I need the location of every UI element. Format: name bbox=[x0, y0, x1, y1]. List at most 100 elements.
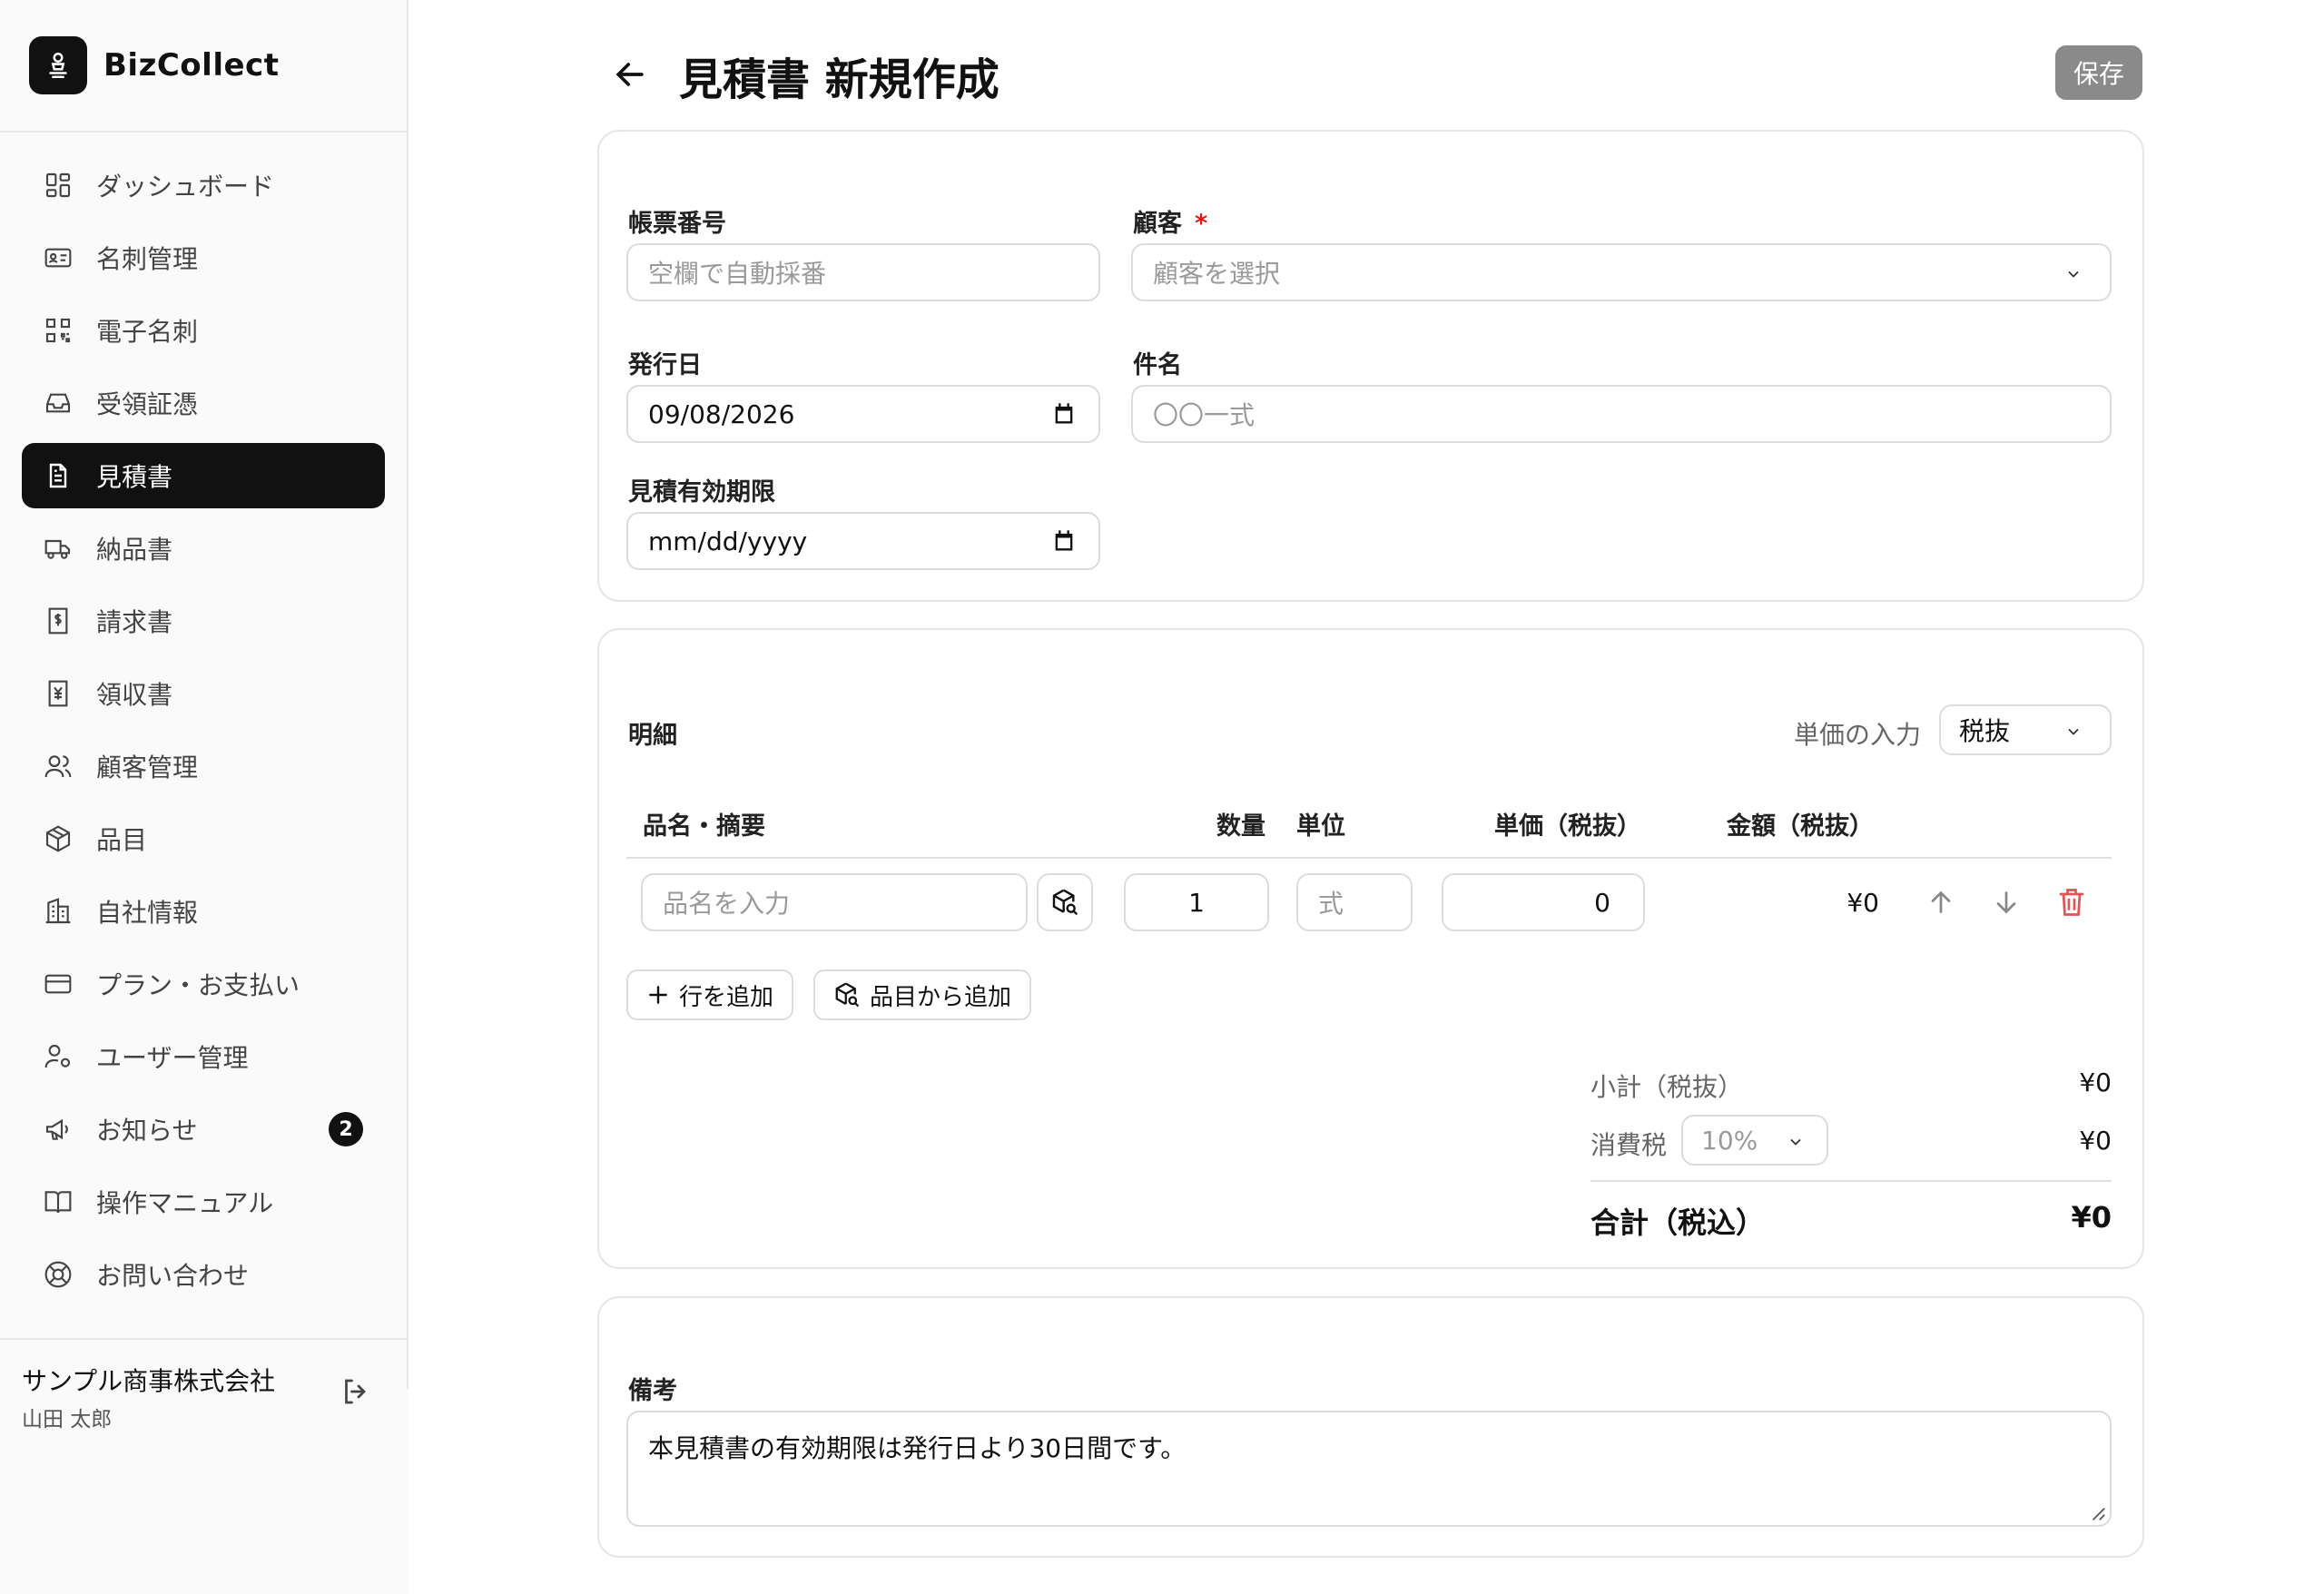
credit-card-icon bbox=[44, 974, 72, 994]
notes-textarea[interactable]: 本見積書の有効期限は発行日より30日間です。 bbox=[626, 1411, 2112, 1527]
truck-icon bbox=[44, 539, 71, 559]
customer-label: 顧客 * bbox=[1133, 203, 1207, 239]
sidebar-item-label: ユーザー管理 bbox=[96, 1043, 249, 1073]
sidebar-item-label: 請求書 bbox=[96, 607, 173, 637]
arrow-up-icon[interactable] bbox=[1925, 886, 1957, 919]
customer-select[interactable]: 顧客を選択 bbox=[1131, 243, 2112, 301]
plus-icon bbox=[649, 986, 667, 1004]
sidebar-item-digital-cards[interactable]: 電子名刺 bbox=[22, 298, 385, 363]
item-unit-input[interactable]: 式 bbox=[1296, 873, 1413, 931]
tax-rate-select[interactable]: 10% bbox=[1681, 1115, 1828, 1166]
sidebar-item-label: お問い合わせ bbox=[96, 1261, 250, 1291]
sidebar-item-manual[interactable]: 操作マニュアル bbox=[22, 1169, 385, 1235]
sidebar-item-receipts[interactable]: 領収書 bbox=[22, 661, 385, 726]
chevron-down-icon bbox=[2068, 728, 2079, 735]
sidebar-item-received-docs[interactable]: 受領証憑 bbox=[22, 370, 385, 436]
item-amount: ¥0 bbox=[1846, 888, 1879, 918]
item-name-input[interactable]: 品名を入力 bbox=[641, 873, 1028, 931]
sidebar-item-company-info[interactable]: 自社情報 bbox=[22, 879, 385, 944]
sidebar-item-products[interactable]: 品目 bbox=[22, 806, 385, 871]
required-mark: * bbox=[1195, 210, 1208, 238]
sidebar-item-delivery[interactable]: 納品書 bbox=[22, 516, 385, 581]
item-search-button[interactable] bbox=[1037, 873, 1093, 931]
column-header-amount: 金額（税抜） bbox=[1727, 812, 1874, 841]
subtotal-label: 小計（税抜） bbox=[1590, 1072, 1744, 1102]
lifebuoy-icon bbox=[44, 1261, 72, 1288]
price-mode-label: 単価の入力 bbox=[1794, 720, 1922, 750]
sidebar-divider bbox=[0, 131, 407, 133]
notes-label: 備考 bbox=[628, 1377, 677, 1405]
issue-date-value: 09/08/2026 bbox=[648, 398, 795, 429]
sidebar-item-label: ダッシュボード bbox=[96, 172, 275, 202]
column-header-name: 品名・摘要 bbox=[643, 812, 765, 841]
notes-value: 本見積書の有効期限は発行日より30日間です。 bbox=[648, 1433, 1187, 1463]
sidebar-item-quotes[interactable]: 見積書 bbox=[22, 443, 385, 508]
sidebar-item-dashboard[interactable]: ダッシュボード bbox=[22, 153, 385, 218]
resize-handle-icon[interactable] bbox=[2090, 1505, 2106, 1521]
sidebar-item-label: 領収書 bbox=[96, 680, 173, 710]
subject-input[interactable]: 〇〇一式 bbox=[1131, 385, 2112, 443]
item-price-input[interactable]: 0 bbox=[1442, 873, 1645, 931]
sidebar-item-invoices[interactable]: 請求書 bbox=[22, 588, 385, 654]
id-card-icon bbox=[44, 248, 72, 268]
account-info: サンプル商事株式会社 山田 太郎 bbox=[22, 1362, 275, 1432]
page-title: 見積書 新規作成 bbox=[679, 54, 1000, 105]
customer-select-placeholder: 顧客を選択 bbox=[1153, 259, 1281, 289]
issue-date-input[interactable]: 09/08/2026 bbox=[626, 385, 1100, 443]
trash-icon[interactable] bbox=[2055, 886, 2088, 919]
price-mode-select[interactable]: 税抜 bbox=[1939, 704, 2112, 755]
column-header-unit: 単位 bbox=[1296, 812, 1345, 841]
calendar-icon[interactable] bbox=[1051, 401, 1077, 427]
price-mode-value: 税抜 bbox=[1959, 716, 2011, 746]
sidebar-item-label: 電子名刺 bbox=[96, 317, 199, 347]
invoice-dollar-icon bbox=[48, 607, 68, 635]
sidebar-item-label: 顧客管理 bbox=[96, 753, 199, 782]
add-row-button[interactable]: 行を追加 bbox=[626, 969, 794, 1020]
sidebar-item-business-cards[interactable]: 名刺管理 bbox=[22, 225, 385, 290]
sidebar-divider bbox=[0, 1338, 407, 1340]
valid-until-input[interactable]: mm/dd/yyyy bbox=[626, 512, 1100, 570]
subject-label: 件名 bbox=[1133, 351, 1182, 379]
tax-rate-value: 10% bbox=[1701, 1125, 1758, 1156]
total-label: 合計（税込） bbox=[1590, 1205, 1766, 1240]
megaphone-icon bbox=[45, 1118, 68, 1140]
doc-number-input[interactable]: 空欄で自動採番 bbox=[626, 243, 1100, 301]
file-text-icon bbox=[49, 463, 67, 488]
sidebar-item-label: 品目 bbox=[96, 825, 148, 855]
sidebar-item-users[interactable]: ユーザー管理 bbox=[22, 1024, 385, 1089]
inbox-icon bbox=[45, 393, 71, 413]
sidebar-item-label: 受領証憑 bbox=[96, 389, 199, 419]
book-icon bbox=[44, 1191, 72, 1214]
calendar-icon[interactable] bbox=[1051, 528, 1077, 554]
sidebar-item-contact[interactable]: お問い合わせ bbox=[22, 1242, 385, 1307]
package-icon bbox=[45, 825, 71, 852]
doc-number-label: 帳票番号 bbox=[628, 210, 726, 238]
column-header-unit-price: 単価（税抜） bbox=[1494, 812, 1641, 841]
brand-name: BizCollect bbox=[103, 47, 280, 84]
issue-date-label: 発行日 bbox=[628, 351, 702, 379]
brand[interactable]: BizCollect bbox=[29, 36, 279, 94]
back-arrow-icon[interactable] bbox=[610, 54, 650, 94]
sidebar-item-label: 名刺管理 bbox=[96, 244, 199, 274]
arrow-down-icon[interactable] bbox=[1990, 886, 2023, 919]
sidebar-item-label: 見積書 bbox=[96, 462, 173, 492]
dashboard-icon bbox=[45, 172, 71, 198]
subtotal-value: ¥0 bbox=[2079, 1068, 2112, 1097]
item-qty-input[interactable]: 1 bbox=[1124, 873, 1269, 931]
valid-until-label: 見積有効期限 bbox=[628, 478, 775, 507]
customer-label-text: 顧客 bbox=[1133, 210, 1182, 238]
receipt-yen-icon bbox=[48, 680, 68, 707]
add-from-items-button[interactable]: 品目から追加 bbox=[813, 969, 1032, 1020]
save-button[interactable]: 保存 bbox=[2055, 45, 2142, 100]
sidebar-item-billing[interactable]: プラン・お支払い bbox=[22, 951, 385, 1017]
package-search-icon bbox=[835, 982, 860, 1008]
sidebar-item-customers[interactable]: 顧客管理 bbox=[22, 733, 385, 799]
package-search-icon bbox=[1052, 889, 1078, 916]
tax-value: ¥0 bbox=[2079, 1126, 2112, 1156]
add-row-label: 行を追加 bbox=[679, 983, 774, 1011]
user-cog-icon bbox=[44, 1044, 71, 1068]
logout-icon[interactable] bbox=[340, 1375, 372, 1408]
column-header-qty: 数量 bbox=[1216, 812, 1265, 841]
brand-logo-icon bbox=[29, 36, 87, 94]
sidebar-item-notices[interactable]: お知らせ 2 bbox=[22, 1097, 385, 1162]
